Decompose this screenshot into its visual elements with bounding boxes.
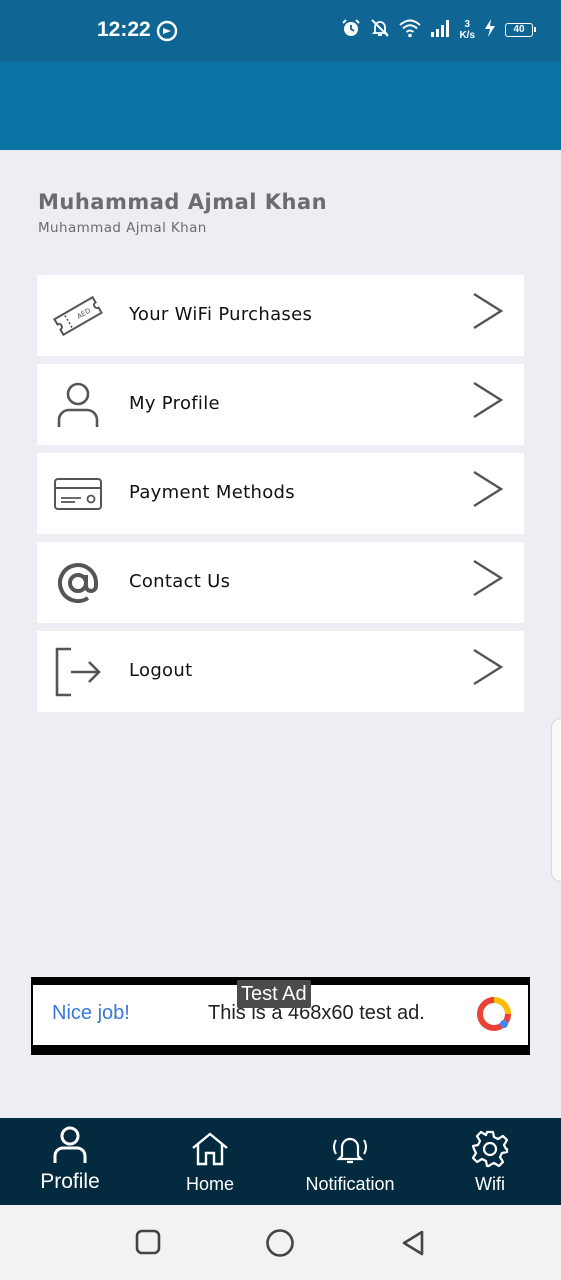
menu-item-payment-methods[interactable]: Payment Methods bbox=[37, 453, 524, 534]
nav-label-profile: Profile bbox=[40, 1170, 100, 1193]
nav-label-notification: Notification bbox=[305, 1174, 395, 1194]
menu-item-label: Payment Methods bbox=[129, 482, 295, 503]
status-icons: 3 K/s 40 bbox=[341, 18, 536, 42]
test-ad-tag: Test Ad bbox=[237, 980, 311, 1008]
gear-icon bbox=[471, 1130, 509, 1168]
battery-indicator: 40 bbox=[505, 23, 536, 37]
person-icon bbox=[53, 380, 103, 430]
chevron-right-icon bbox=[471, 469, 505, 513]
credit-card-icon bbox=[53, 469, 103, 519]
nav-label-home: Home bbox=[185, 1174, 234, 1194]
menu-item-wifi-purchases[interactable]: AED Your WiFi Purchases bbox=[37, 275, 524, 356]
system-navigation-bar bbox=[0, 1205, 561, 1280]
speed-unit: K/s bbox=[459, 30, 475, 41]
nav-tab-wifi[interactable]: Wifi bbox=[440, 1118, 540, 1205]
app-header bbox=[0, 62, 561, 150]
menu-item-label: Your WiFi Purchases bbox=[129, 304, 313, 325]
speed-value: 3 bbox=[464, 19, 470, 30]
menu-item-contact-us[interactable]: Contact Us bbox=[37, 542, 524, 623]
data-saver-icon bbox=[156, 20, 178, 46]
user-name: Muhammad Ajmal Khan bbox=[38, 190, 328, 214]
chevron-right-icon bbox=[471, 558, 505, 602]
ticket-icon: AED bbox=[53, 291, 103, 341]
alarm-icon bbox=[341, 18, 361, 42]
chevron-right-icon bbox=[471, 380, 505, 424]
chevron-right-icon bbox=[471, 291, 505, 335]
menu-item-label: My Profile bbox=[129, 393, 220, 414]
bottom-navigation: Profile Home Notification Wifi bbox=[0, 1118, 561, 1205]
nav-label-wifi: Wifi bbox=[475, 1174, 505, 1194]
chevron-right-icon bbox=[471, 647, 505, 691]
person-icon bbox=[53, 1126, 87, 1163]
nav-tab-profile[interactable]: Profile bbox=[20, 1118, 120, 1205]
home-button[interactable] bbox=[265, 1228, 295, 1262]
menu-item-label: Logout bbox=[129, 660, 193, 681]
ad-logo-icon bbox=[477, 997, 511, 1035]
wifi-icon bbox=[399, 18, 422, 42]
status-time: 12:22 bbox=[97, 18, 151, 41]
menu-item-my-profile[interactable]: My Profile bbox=[37, 364, 524, 445]
menu-item-logout[interactable]: Logout bbox=[37, 631, 524, 712]
bell-off-icon bbox=[370, 18, 390, 42]
ad-nice-text: Nice job! bbox=[52, 1002, 130, 1024]
logout-icon bbox=[53, 647, 103, 697]
home-icon bbox=[192, 1132, 228, 1166]
status-bar: 12:22 3 K/s 40 bbox=[0, 0, 561, 62]
user-subtitle: Muhammad Ajmal Khan bbox=[38, 220, 207, 236]
bell-icon bbox=[333, 1137, 367, 1164]
signal-icon bbox=[430, 19, 450, 41]
account-menu: AED Your WiFi Purchases My Profile Payme… bbox=[37, 275, 524, 720]
charging-icon bbox=[484, 19, 496, 41]
recents-button[interactable] bbox=[135, 1229, 161, 1259]
menu-item-label: Contact Us bbox=[129, 571, 231, 592]
nav-tab-home[interactable]: Home bbox=[160, 1118, 260, 1205]
side-drawer-handle[interactable] bbox=[551, 718, 561, 882]
nav-tab-notification[interactable]: Notification bbox=[290, 1118, 410, 1205]
network-speed: 3 K/s bbox=[459, 19, 475, 41]
at-sign-icon bbox=[53, 558, 103, 608]
back-button[interactable] bbox=[400, 1229, 426, 1261]
